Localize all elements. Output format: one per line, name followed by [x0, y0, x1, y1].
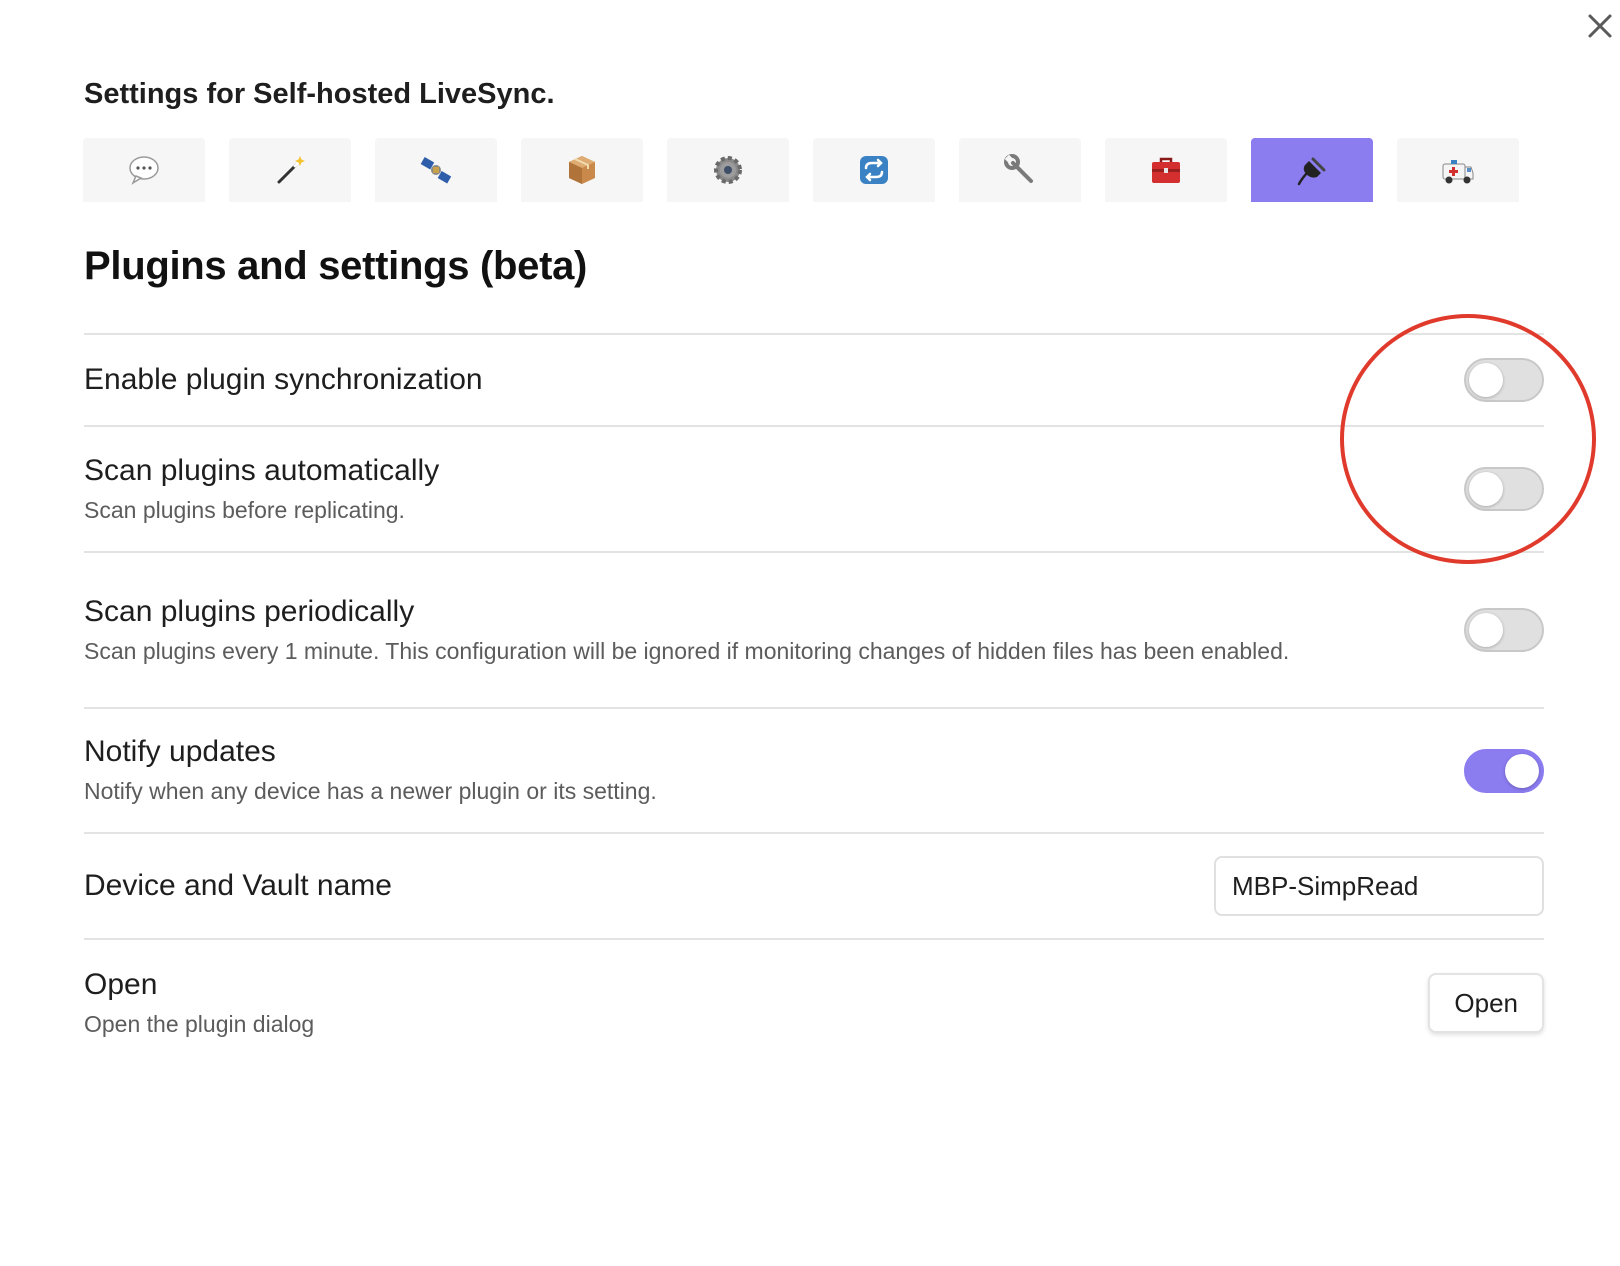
tab-remote[interactable]: [375, 138, 497, 202]
sync-icon: [860, 156, 888, 184]
setting-description: Open the plugin dialog: [84, 1010, 315, 1037]
close-icon: [1588, 14, 1612, 38]
setting-name: Open: [84, 967, 158, 1001]
setting-info: Enable plugin synchronization: [84, 362, 483, 398]
toggle-knob: [1469, 363, 1503, 397]
setting-scan-periodically: Scan plugins periodically Scan plugins e…: [84, 551, 1544, 707]
setting-name: Notify updates: [84, 735, 276, 768]
tab-storage[interactable]: [521, 138, 643, 202]
package-icon: [569, 156, 595, 184]
magic-wand-icon: [277, 156, 305, 184]
tab-plugins[interactable]: [1251, 138, 1373, 202]
settings-tab-bar: [83, 138, 1519, 202]
toggle-knob: [1469, 613, 1503, 647]
toggle-knob: [1469, 472, 1503, 506]
section-title: Plugins and settings (beta): [84, 244, 588, 288]
tab-sync[interactable]: [813, 138, 935, 202]
setting-notify-updates: Notify updates Notify when any device ha…: [84, 707, 1544, 832]
scan-periodically-toggle[interactable]: [1464, 608, 1544, 652]
setting-info: Device and Vault name: [84, 868, 392, 904]
gear-icon: [714, 156, 742, 184]
setting-open-plugin-dialog: Open Open the plugin dialog Open: [84, 938, 1544, 1066]
setting-device-name: Device and Vault name: [84, 832, 1544, 938]
setting-info: Scan plugins automatically Scan plugins …: [84, 453, 439, 526]
speech-bubble-icon: [129, 156, 159, 185]
setting-description: Scan plugins every 1 minute. This config…: [84, 637, 1290, 664]
tab-community[interactable]: [83, 138, 205, 202]
ambulance-icon: [1442, 160, 1474, 184]
scan-automatically-toggle[interactable]: [1464, 467, 1544, 511]
setting-scan-automatically: Scan plugins automatically Scan plugins …: [84, 425, 1544, 551]
device-vault-name-input[interactable]: [1214, 856, 1544, 916]
setting-info: Notify updates Notify when any device ha…: [84, 734, 657, 807]
close-button[interactable]: [1582, 8, 1618, 44]
plug-icon: [1297, 157, 1326, 186]
setting-info: Scan plugins periodically Scan plugins e…: [84, 594, 1289, 667]
tab-advanced[interactable]: [1105, 138, 1227, 202]
tab-hatch[interactable]: [959, 138, 1081, 202]
satellite-icon: [420, 157, 452, 184]
tab-setup-wizard[interactable]: [229, 138, 351, 202]
setting-name: Device and Vault name: [84, 869, 392, 902]
setting-enable-plugin-sync: Enable plugin synchronization: [84, 333, 1544, 425]
notify-updates-toggle[interactable]: [1464, 748, 1544, 793]
setting-name: Enable plugin synchronization: [84, 363, 483, 396]
setting-description: Scan plugins before replicating.: [84, 496, 405, 523]
tab-maintenance[interactable]: [1397, 138, 1519, 202]
toolbox-icon: [1152, 157, 1180, 183]
wrench-icon: [1004, 154, 1033, 183]
dialog-title: Settings for Self-hosted LiveSync.: [84, 78, 555, 110]
setting-name: Scan plugins periodically: [84, 594, 415, 628]
enable-plugin-sync-toggle[interactable]: [1464, 358, 1544, 402]
setting-name: Scan plugins automatically: [84, 453, 440, 487]
setting-description: Notify when any device has a newer plugi…: [84, 778, 657, 804]
open-plugin-dialog-button[interactable]: Open: [1428, 973, 1544, 1033]
setting-info: Open Open the plugin dialog: [84, 967, 314, 1040]
tab-general[interactable]: [667, 138, 789, 202]
toggle-knob: [1505, 753, 1539, 788]
